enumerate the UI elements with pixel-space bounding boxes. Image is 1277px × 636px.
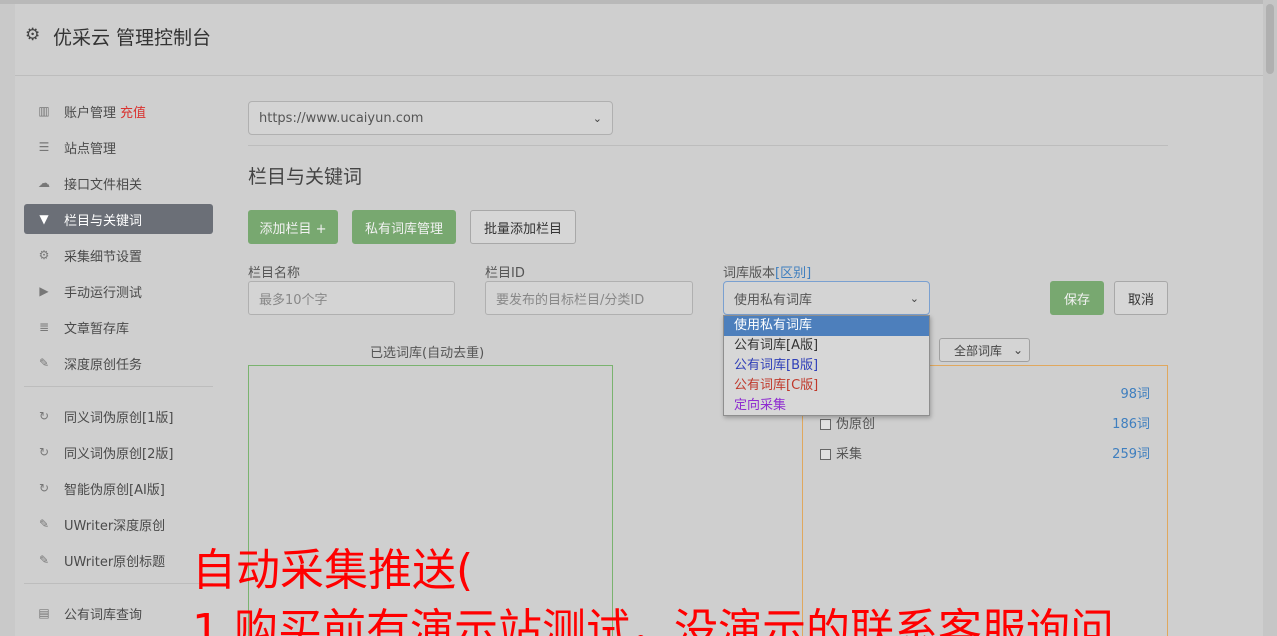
library-checkbox[interactable] <box>820 449 831 460</box>
sidebar-item-synonym-v1[interactable]: ↻ 同义词伪原创[1版] <box>24 401 213 431</box>
private-lib-button[interactable]: 私有词库管理 <box>352 210 456 244</box>
save-button[interactable]: 保存 <box>1050 281 1104 315</box>
lib-version-dropdown[interactable]: 使用私有词库 公有词库[A版] 公有词库[B版] 公有词库[C版] 定向采集 <box>723 315 930 416</box>
sidebar-item-interface[interactable]: ☁ 接口文件相关 <box>24 168 213 198</box>
sidebar-item-uwriter-title[interactable]: ✎ UWriter原创标题 <box>24 545 213 575</box>
sidebar-item-label: 文章暂存库 <box>64 321 130 337</box>
sidebar-divider <box>24 386 213 387</box>
column-id-input[interactable]: 要发布的目标栏目/分类ID <box>485 281 693 315</box>
column-name-input[interactable]: 最多10个字 <box>248 281 455 315</box>
edit-icon: ✎ <box>38 356 50 370</box>
lib-version-label: 词库版本[区别] <box>723 262 811 281</box>
add-column-button[interactable]: 添加栏目 + <box>248 210 338 244</box>
lib-version-select[interactable]: 使用私有词库 ⌄ <box>723 281 930 315</box>
batch-add-button[interactable]: 批量添加栏目 <box>470 210 576 244</box>
lib-filter-value: 全部词库 <box>954 343 1003 358</box>
refresh-icon: ↻ <box>38 409 50 423</box>
library-count: 98词 <box>1120 387 1150 402</box>
sidebar-item-label: 栏目与关键词 <box>64 213 143 229</box>
sidebar-item-label: UWriter深度原创 <box>64 518 166 534</box>
refresh-icon: ↻ <box>38 445 50 459</box>
database-icon: ≣ <box>38 320 50 334</box>
sidebar-item-label: 站点管理 <box>64 141 117 157</box>
cogs-icon: ⚙ <box>38 248 50 262</box>
overlay-text-line1: 自动采集推送( <box>192 545 474 596</box>
app-header: ⚙ 优采云 管理控制台 <box>15 4 1263 76</box>
bar-chart-icon: ▥ <box>38 104 50 118</box>
server-icon: ☰ <box>38 140 50 154</box>
edit-icon: ✎ <box>38 553 50 567</box>
library-count: 259词 <box>1112 447 1150 462</box>
sidebar-item-public-lib[interactable]: ▤ 公有词库查询 <box>24 598 213 628</box>
dropdown-option[interactable]: 定向采集 <box>724 396 929 416</box>
cloud-upload-icon: ☁ <box>38 176 50 190</box>
sidebar-item-account[interactable]: ▥ 账户管理 充值 <box>24 96 213 126</box>
chevron-down-icon: ⌄ <box>909 291 919 305</box>
site-select-value: https://www.ucaiyun.com <box>259 110 424 126</box>
sidebar-item-synonym-v2[interactable]: ↻ 同义词伪原创[2版] <box>24 437 213 467</box>
sidebar-item-deep-original[interactable]: ✎ 深度原创任务 <box>24 348 213 378</box>
sidebar-item-sites[interactable]: ☰ 站点管理 <box>24 132 213 162</box>
overlay-text-line2: 1.购买前有演示站测试，没演示的联系客服询问 <box>192 605 1114 636</box>
sidebar-item-label: 深度原创任务 <box>64 357 143 373</box>
library-row-label: 采集 <box>820 443 862 462</box>
cancel-button[interactable]: 取消 <box>1114 281 1168 315</box>
section-title: 栏目与关键词 <box>248 166 363 188</box>
page-scrollbar[interactable] <box>1263 0 1277 636</box>
sidebar-item-label: 手动运行测试 <box>64 285 143 301</box>
difference-link[interactable]: [区别] <box>775 266 811 281</box>
chevron-down-icon: ⌄ <box>592 111 602 125</box>
filter-icon: ▼ <box>39 212 49 226</box>
lib-version-label-text: 词库版本 <box>723 266 776 281</box>
library-row[interactable]: 采集 259词 <box>820 443 1150 462</box>
sidebar-item-label: 采集细节设置 <box>64 249 143 265</box>
refresh-icon: ↻ <box>38 481 50 495</box>
sidebar-item-columns[interactable]: ▼ 栏目与关键词 <box>24 204 213 234</box>
lib-filter-select[interactable]: 全部词库 ⌄ <box>939 338 1030 362</box>
dropdown-option[interactable]: 公有词库[C版] <box>724 376 929 396</box>
sidebar-item-label: 同义词伪原创[2版] <box>64 446 174 462</box>
lib-version-select-value: 使用私有词库 <box>734 292 813 308</box>
chevron-down-icon: ⌄ <box>1012 343 1023 357</box>
sidebar-divider <box>24 583 213 584</box>
sidebar-item-ai-rewrite[interactable]: ↻ 智能伪原创[AI版] <box>24 473 213 503</box>
section-divider <box>248 145 1168 146</box>
sidebar-item-label: 智能伪原创[AI版] <box>64 482 165 498</box>
selected-panel-title: 已选词库(自动去重) <box>370 346 485 361</box>
column-name-label: 栏目名称 <box>248 266 301 281</box>
sidebar-item-manual-run[interactable]: ▶ 手动运行测试 <box>24 276 213 306</box>
library-checkbox[interactable] <box>820 419 831 430</box>
gear-icon: ⚙ <box>25 25 41 45</box>
dropdown-option[interactable]: 公有词库[B版] <box>724 356 929 376</box>
sidebar-item-collect-settings[interactable]: ⚙ 采集细节设置 <box>24 240 213 270</box>
dropdown-option[interactable]: 使用私有词库 <box>724 316 929 336</box>
play-circle-icon: ▶ <box>39 284 49 298</box>
recharge-link[interactable]: 充值 <box>120 102 146 121</box>
scrollbar-thumb[interactable] <box>1266 4 1274 74</box>
column-id-label: 栏目ID <box>485 266 525 281</box>
sidebar-item-article-store[interactable]: ≣ 文章暂存库 <box>24 312 213 342</box>
sidebar-item-label: 接口文件相关 <box>64 177 143 193</box>
site-select[interactable]: https://www.ucaiyun.com ⌄ <box>248 101 613 135</box>
sidebar-item-label: 账户管理 <box>64 105 117 121</box>
sidebar-item-uwriter-deep[interactable]: ✎ UWriter深度原创 <box>24 509 213 539</box>
sidebar-item-label: UWriter原创标题 <box>64 554 166 570</box>
edit-icon: ✎ <box>38 517 50 531</box>
dropdown-option[interactable]: 公有词库[A版] <box>724 336 929 356</box>
sidebar-item-label: 公有词库查询 <box>64 607 143 623</box>
sidebar-item-label: 同义词伪原创[1版] <box>64 410 174 426</box>
page-title: 优采云 管理控制台 <box>53 27 212 49</box>
sidebar: ▥ 账户管理 充值 ☰ 站点管理 ☁ 接口文件相关 ▼ 栏目与关键词 ⚙ 采集细… <box>24 96 213 634</box>
library-count: 186词 <box>1112 417 1150 432</box>
book-icon: ▤ <box>38 606 50 620</box>
